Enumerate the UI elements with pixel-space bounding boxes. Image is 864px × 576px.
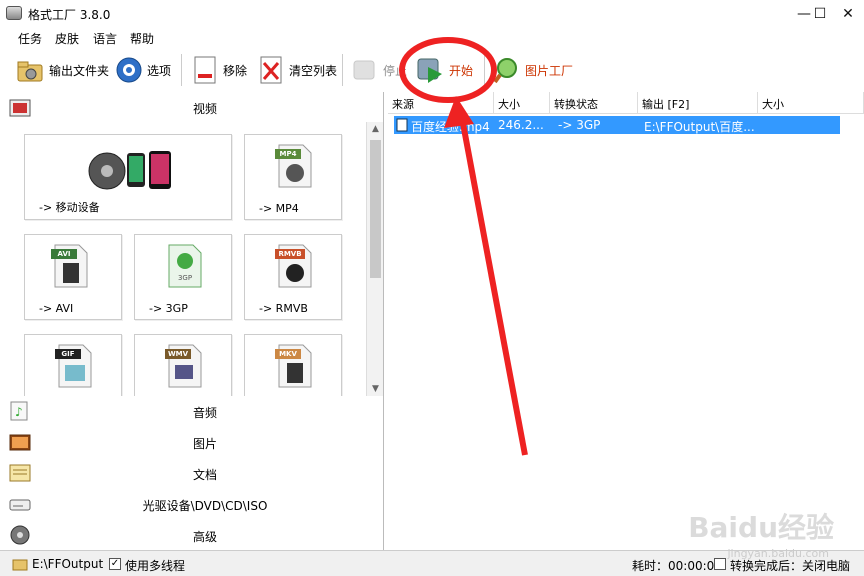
- play-icon: [416, 55, 446, 85]
- gif-file-icon: GIF: [55, 343, 95, 389]
- menu-help[interactable]: 帮助: [130, 30, 154, 47]
- category-panel: 视频 -> 移动设备 MP4 -> MP4 AVI -> AVI 3GP -> …: [0, 92, 384, 550]
- clear-list-icon: [256, 55, 286, 85]
- stop-button[interactable]: 停止: [350, 52, 407, 88]
- tile-3gp[interactable]: 3GP -> 3GP: [134, 234, 232, 320]
- gear-icon: [114, 55, 144, 85]
- column-header-output[interactable]: 输出 [F2]: [638, 92, 758, 114]
- 3gp-file-icon: 3GP: [165, 243, 205, 289]
- menu-skin[interactable]: 皮肤: [55, 30, 79, 47]
- tile-mobile[interactable]: -> 移动设备: [24, 134, 232, 220]
- column-header-status[interactable]: 转换状态: [550, 92, 638, 114]
- output-folder-button[interactable]: 输出文件夹: [16, 52, 109, 88]
- window-title: 格式工厂 3.8.0: [28, 8, 111, 22]
- toolbar: 输出文件夹 选项 移除 清空列表 停止 开始 图片工厂: [0, 48, 864, 92]
- avi-file-icon: AVI: [51, 243, 91, 289]
- maximize-button[interactable]: ☐: [806, 4, 834, 24]
- stop-icon: [350, 55, 380, 85]
- menu-tasks[interactable]: 任务: [18, 30, 42, 47]
- mobile-devices-icon: [85, 145, 177, 194]
- watermark-logo: Baidu经验: [688, 511, 834, 544]
- tile-wmv[interactable]: WMV: [134, 334, 232, 396]
- file-icon: [396, 118, 408, 135]
- wmv-file-icon: WMV: [165, 343, 205, 389]
- shutdown-checkbox[interactable]: [714, 558, 726, 570]
- remove-icon: [190, 55, 220, 85]
- cell-status: -> 3GP: [558, 118, 601, 132]
- tile-gif[interactable]: GIF: [24, 334, 122, 396]
- menu-bar: 任务 皮肤 语言 帮助: [0, 28, 864, 48]
- start-button[interactable]: 开始: [416, 52, 473, 88]
- video-grid-scrollbar[interactable]: ▲ ▼: [366, 122, 383, 396]
- cell-source: 百度经验.mp4: [411, 120, 490, 134]
- column-header-output-size[interactable]: 大小: [758, 92, 864, 114]
- category-disc[interactable]: 光驱设备\DVD\CD\ISO: [0, 489, 384, 519]
- app-icon: [6, 6, 22, 20]
- category-video[interactable]: 视频: [0, 92, 384, 122]
- clear-list-button[interactable]: 清空列表: [256, 52, 337, 88]
- scroll-thumb[interactable]: [370, 140, 381, 278]
- options-button[interactable]: 选项: [114, 52, 171, 88]
- title-bar: 格式工厂 3.8.0 — ☐ ✕: [0, 0, 864, 28]
- mkv-file-icon: MKV: [275, 343, 315, 389]
- elapsed-time: 耗时：00:00:00: [632, 559, 722, 573]
- tile-avi[interactable]: AVI -> AVI: [24, 234, 122, 320]
- menu-language[interactable]: 语言: [93, 30, 117, 47]
- category-audio[interactable]: ♪ 音频: [0, 396, 384, 426]
- folder-small-icon: [12, 557, 28, 574]
- tile-mkv[interactable]: MKV: [244, 334, 342, 396]
- tile-mp4[interactable]: MP4 -> MP4: [244, 134, 342, 220]
- watermark-url: jingyan.baidu.com: [727, 547, 829, 560]
- mp4-file-icon: MP4: [275, 143, 315, 189]
- magnifier-icon: [492, 55, 522, 85]
- video-format-grid: -> 移动设备 MP4 -> MP4 AVI -> AVI 3GP -> 3GP: [0, 122, 366, 396]
- multithread-label: 使用多线程: [125, 559, 186, 573]
- output-path[interactable]: E:\FFOutput: [32, 557, 103, 571]
- table-row[interactable]: 百度经验.mp4 246.2... -> 3GP E:\FFOutput\百度.…: [394, 116, 840, 134]
- category-advanced[interactable]: 高级: [0, 520, 384, 550]
- column-header-source[interactable]: 来源: [388, 92, 494, 114]
- cell-output: E:\FFOutput\百度...: [644, 120, 755, 134]
- task-list: 来源 大小 转换状态 输出 [F2] 大小 百度经验.mp4 246.2... …: [388, 92, 864, 550]
- rmvb-file-icon: RMVB: [275, 243, 315, 289]
- column-header-size[interactable]: 大小: [494, 92, 550, 114]
- scroll-up-arrow[interactable]: ▲: [367, 122, 384, 136]
- cell-size: 246.2...: [498, 118, 544, 132]
- tile-rmvb[interactable]: RMVB -> RMVB: [244, 234, 342, 320]
- picture-factory-button[interactable]: 图片工厂: [492, 52, 573, 88]
- scroll-down-arrow[interactable]: ▼: [367, 382, 384, 396]
- folder-icon: [16, 55, 46, 85]
- category-document[interactable]: 文档: [0, 458, 384, 488]
- multithread-checkbox[interactable]: ✓: [109, 558, 121, 570]
- remove-button[interactable]: 移除: [190, 52, 247, 88]
- close-button[interactable]: ✕: [834, 4, 862, 24]
- category-image[interactable]: 图片: [0, 427, 384, 457]
